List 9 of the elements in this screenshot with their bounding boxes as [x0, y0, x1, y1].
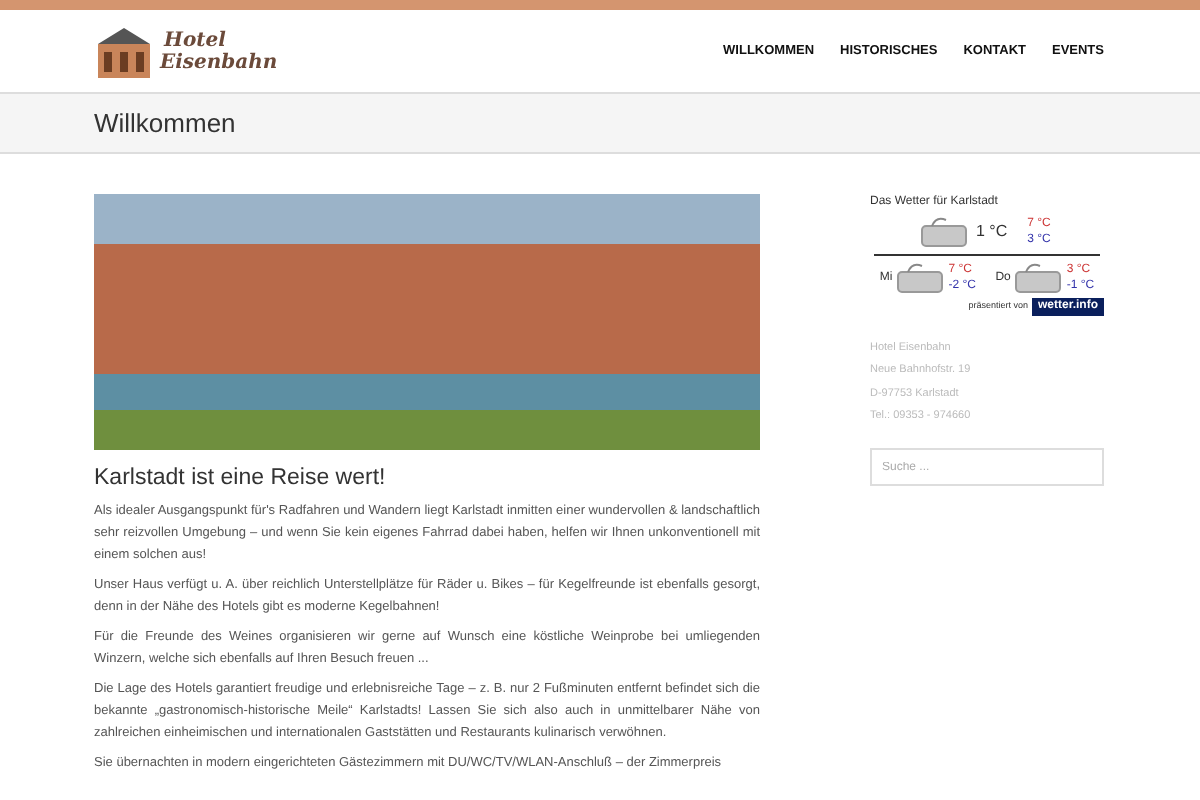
cloud-icon [920, 216, 968, 248]
temperature: 1 °C [976, 220, 1008, 244]
logo-text: Hotel [161, 29, 228, 51]
page-title: Willkommen [94, 105, 236, 142]
cloud-icon [1014, 262, 1063, 294]
cloud-icon [896, 262, 945, 294]
article-heading: Karlstadt ist eine Reise wert! [94, 464, 388, 494]
hotel-building-icon [94, 23, 154, 79]
logo-text: Eisenbahn [160, 51, 278, 73]
